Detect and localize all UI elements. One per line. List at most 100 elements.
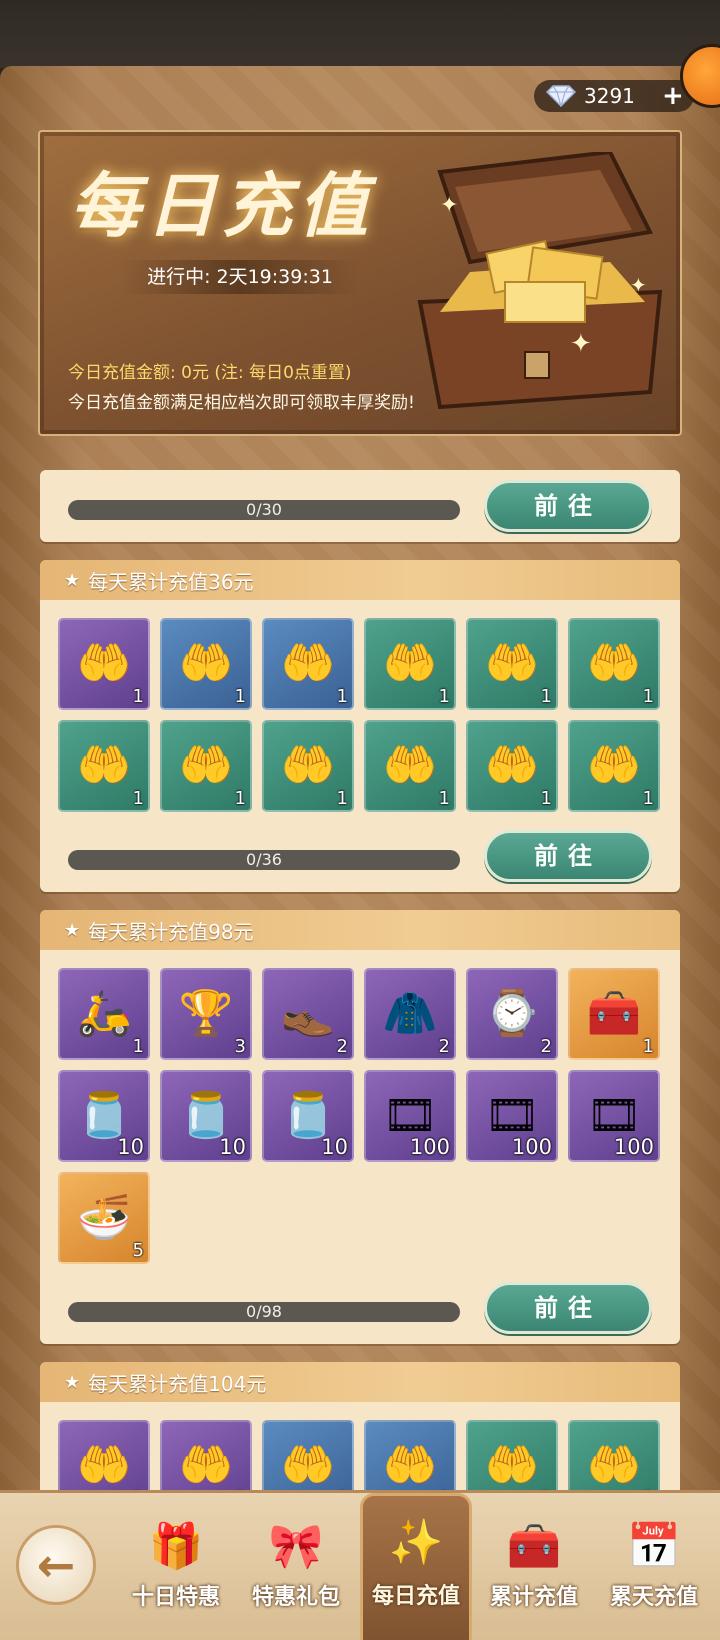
- cosmetic-jar-icon: 🫙: [280, 1090, 336, 1141]
- svg-text:✦: ✦: [440, 193, 458, 218]
- gold-bars-icon: ✨: [388, 1517, 444, 1568]
- event-timer: 进行中: 2天19:39:31: [120, 260, 360, 294]
- reward-grid: 🛵 1 🏆 3 👞 2 🧥 2 ⌚ 2 🧰 1 🫙 10 🫙 10 🫙 10 🎞 100 🎞 100 🎞 100 🍜 5: [58, 968, 660, 1264]
- tab-label: 特惠礼包: [251, 1585, 340, 1610]
- gold-chest-illustration: ✦ ✦ ✦: [410, 149, 670, 422]
- item-count: 2: [540, 1036, 552, 1057]
- item-count: 3: [234, 1036, 246, 1057]
- leather-shoes-icon: 👞: [280, 988, 336, 1039]
- reward-item[interactable]: 🤲1: [58, 720, 150, 812]
- reward-item[interactable]: 🎞 100: [364, 1070, 456, 1162]
- trophy-statue-icon: 🏆: [178, 988, 234, 1039]
- item-count: 1: [234, 686, 246, 707]
- reward-item[interactable]: 🤲1: [466, 618, 558, 710]
- tab-special-pack[interactable]: 🎀 特惠礼包: [240, 1513, 352, 1635]
- reward-item[interactable]: 🤲1: [466, 720, 558, 812]
- item-count: 10: [219, 1135, 246, 1159]
- back-arrow-icon: ←: [36, 1538, 76, 1592]
- item-count: 1: [540, 788, 552, 809]
- tier-progress-row: 0/30 前往: [68, 480, 658, 532]
- go-button[interactable]: 前往: [484, 1282, 652, 1334]
- reward-item[interactable]: 🛵 1: [58, 968, 150, 1060]
- star-icon: ★: [64, 919, 81, 941]
- item-count: 10: [117, 1135, 144, 1159]
- reward-item[interactable]: 🤲1: [262, 618, 354, 710]
- item-count: 100: [409, 1135, 450, 1159]
- bottom-nav: ← 🎁 十日特惠 🎀 特惠礼包 ✨ 每日充值 🧰 累计充值 📅 累天充值: [0, 1490, 720, 1640]
- reward-item[interactable]: ⌚ 2: [466, 968, 558, 1060]
- reward-item[interactable]: 🍜 5: [58, 1172, 150, 1264]
- progress-bar: 0/98: [68, 1302, 460, 1322]
- gold-string-hands-icon: 🤲: [586, 740, 642, 791]
- reward-item[interactable]: 🤲1: [568, 720, 660, 812]
- reward-item[interactable]: 🤲1: [262, 720, 354, 812]
- diamond-icon: [546, 85, 576, 107]
- tab-cumulative-recharge[interactable]: 🧰 累计充值: [478, 1513, 590, 1635]
- top-strip: [0, 0, 720, 68]
- film-reel-icon: 🎞: [382, 1090, 438, 1141]
- add-diamond-button[interactable]: +: [662, 83, 684, 109]
- progress-bar: 0/36: [68, 850, 460, 870]
- gold-string-hands-icon: 🤲: [76, 740, 132, 791]
- reward-item[interactable]: 🫙 10: [262, 1070, 354, 1162]
- tier-header: ★ 每天累计充值36元: [40, 560, 680, 600]
- reward-item[interactable]: 🤲1: [364, 720, 456, 812]
- item-count: 1: [132, 788, 144, 809]
- gold-string-hands-icon: 🤲: [382, 740, 438, 791]
- treasure-chest-icon: 🧰: [506, 1521, 562, 1572]
- reward-grid: 🤲 1 🤲 1 🤲 1 🤲 1 🤲 1 🤲 1 🤲 1 🤲 1 🤲 1 🤲 1 🤲 1 🤲 1: [58, 618, 660, 812]
- tier-card-36: ★ 每天累计充值36元 🤲 1 🤲 1 🤲 1 🤲 1 🤲 1 🤲 1 🤲 1 🤲 1 🤲 1 🤲 1 🤲 1 🤲 1 0/3…: [40, 560, 680, 892]
- tier-title: 每天累计充值104元: [88, 1371, 267, 1396]
- item-count: 5: [132, 1240, 144, 1261]
- go-button[interactable]: 前往: [484, 480, 652, 532]
- treasure-chest-icon: 🧰: [586, 988, 642, 1039]
- item-count: 1: [642, 788, 654, 809]
- red-string-hands-icon: 🤲: [280, 638, 336, 689]
- reward-item[interactable]: 🎞 100: [466, 1070, 558, 1162]
- reward-item[interactable]: 🤲1: [568, 618, 660, 710]
- item-count: 1: [132, 1036, 144, 1057]
- reward-item[interactable]: 🫙 10: [160, 1070, 252, 1162]
- item-count: 1: [642, 686, 654, 707]
- svg-text:✦: ✦: [570, 329, 592, 359]
- tab-label: 累计充值: [489, 1585, 578, 1610]
- calendar-icon: 📅: [626, 1521, 682, 1572]
- gold-string-hands-icon: 🤲: [382, 638, 438, 689]
- back-button[interactable]: ←: [16, 1525, 96, 1605]
- gift-box-stars-icon: 🎁: [148, 1521, 204, 1572]
- cosmetic-jar-icon: 🫙: [76, 1090, 132, 1141]
- svg-text:✦: ✦: [630, 273, 647, 297]
- suit-jacket-icon: 🧥: [382, 988, 438, 1039]
- tab-ten-day-deal[interactable]: 🎁 十日特惠: [120, 1513, 232, 1635]
- reward-item[interactable]: 🫙 10: [58, 1070, 150, 1162]
- tier-title: 每天累计充值36元: [88, 569, 254, 594]
- diamond-balance[interactable]: 3291 +: [534, 80, 694, 112]
- item-count: 1: [642, 1036, 654, 1057]
- tier-header: ★ 每天累计充值104元: [40, 1362, 680, 1402]
- item-count: 2: [336, 1036, 348, 1057]
- tab-daily-recharge[interactable]: ✨ 每日充值: [360, 1493, 472, 1640]
- red-string-hands-icon: 🤲: [382, 1440, 438, 1491]
- page-title: 每日充值: [70, 164, 374, 247]
- reward-item[interactable]: 🤲1: [160, 720, 252, 812]
- gold-string-hands-icon: 🤲: [586, 638, 642, 689]
- reward-item[interactable]: 🤲1: [364, 618, 456, 710]
- diamond-count: 3291: [584, 84, 635, 108]
- red-string-hands-icon: 🤲: [280, 1440, 336, 1491]
- reward-item[interactable]: 🤲1: [58, 618, 150, 710]
- tab-consecutive-recharge[interactable]: 📅 累天充值: [598, 1513, 710, 1635]
- reward-item[interactable]: 🧥 2: [364, 968, 456, 1060]
- reward-item[interactable]: 👞 2: [262, 968, 354, 1060]
- star-icon: ★: [64, 569, 81, 591]
- scooter-icon: 🛵: [76, 988, 132, 1039]
- gold-string-hands-icon: 🤲: [280, 740, 336, 791]
- item-count: 100: [511, 1135, 552, 1159]
- reward-item[interactable]: 🤲1: [160, 618, 252, 710]
- tab-label: 十日特惠: [131, 1585, 220, 1610]
- reward-item[interactable]: 🧰 1: [568, 968, 660, 1060]
- item-count: 100: [613, 1135, 654, 1159]
- item-count: 1: [438, 686, 450, 707]
- reward-item[interactable]: 🏆 3: [160, 968, 252, 1060]
- go-button[interactable]: 前往: [484, 830, 652, 882]
- reward-item[interactable]: 🎞 100: [568, 1070, 660, 1162]
